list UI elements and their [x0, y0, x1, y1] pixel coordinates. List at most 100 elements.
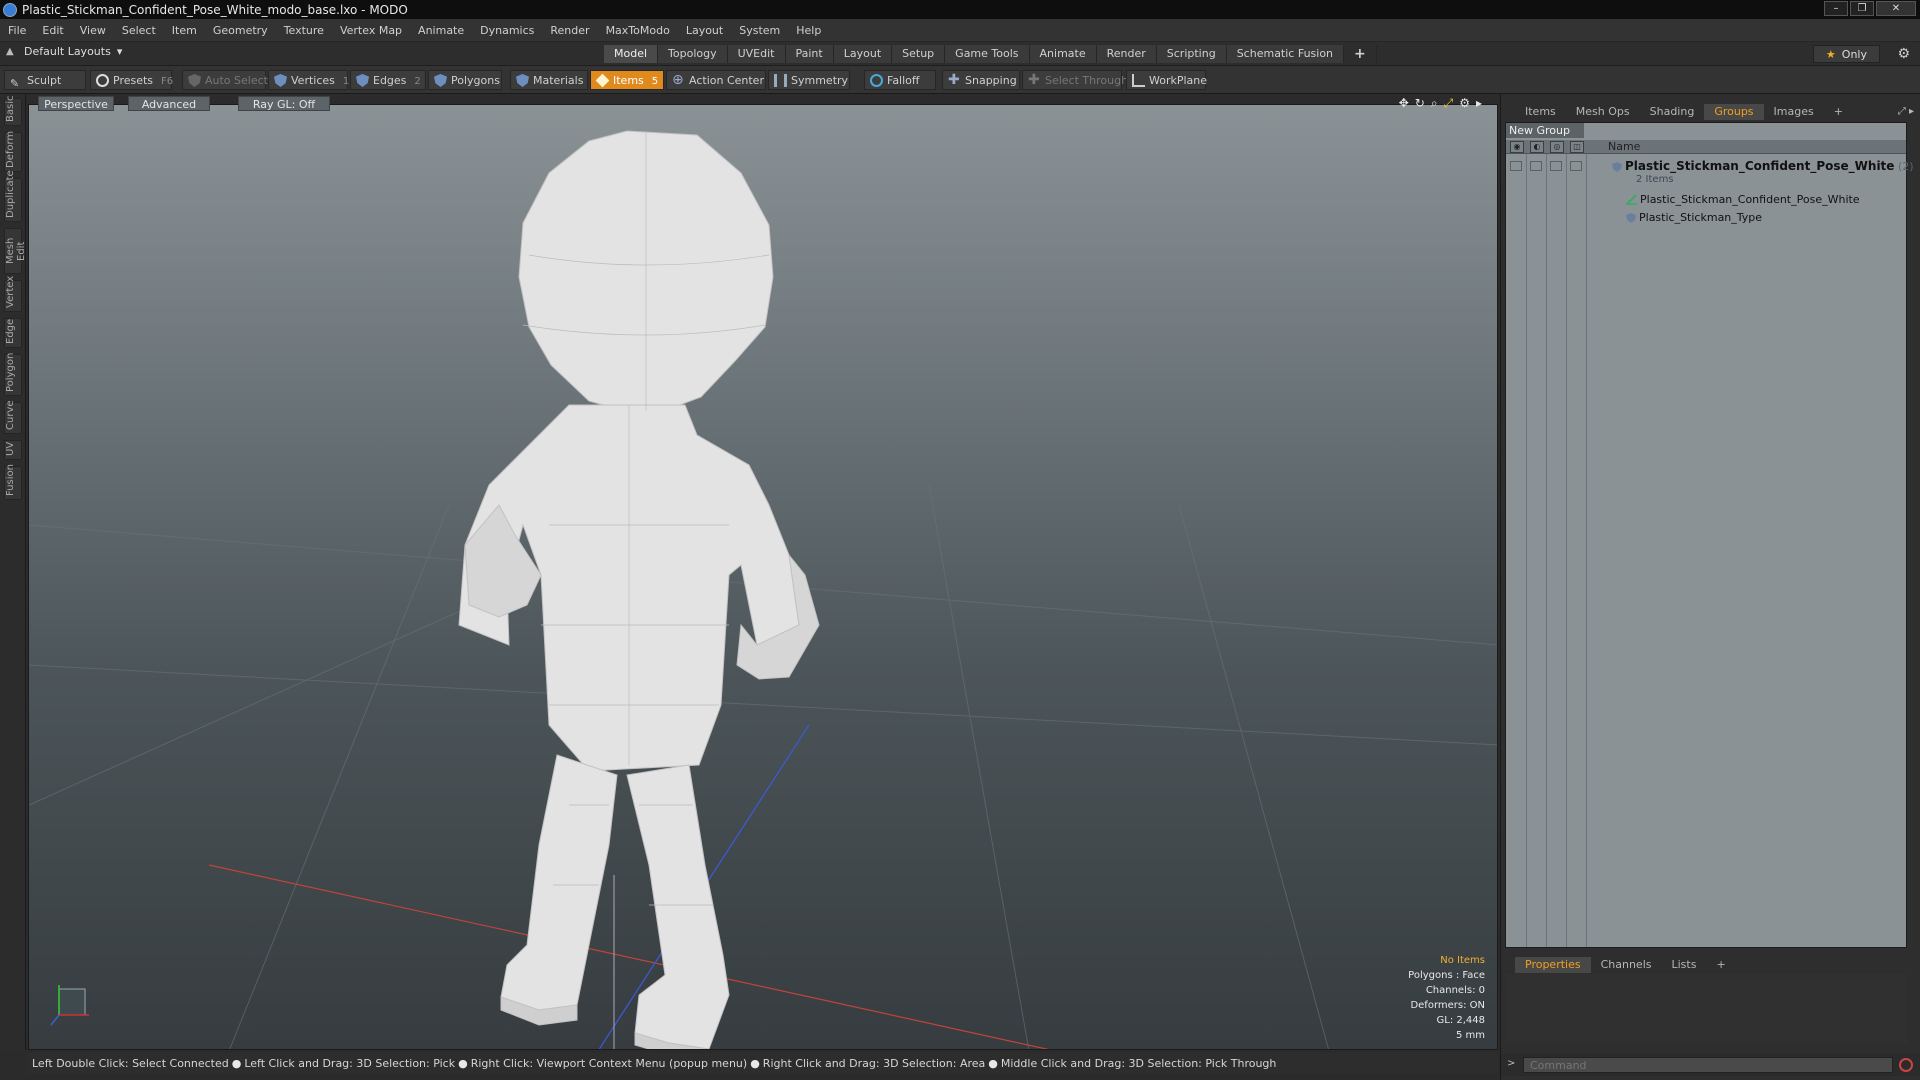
- menu-animate[interactable]: Animate: [410, 24, 472, 37]
- left-tab-polygon[interactable]: Polygon: [4, 353, 22, 396]
- minimize-icon[interactable]: –: [1824, 1, 1848, 16]
- menu-help[interactable]: Help: [788, 24, 829, 37]
- view-mode-button[interactable]: Perspective: [38, 96, 114, 111]
- left-tab-curve[interactable]: Curve: [4, 400, 22, 434]
- tab-paint[interactable]: Paint: [785, 45, 834, 63]
- menu-edit[interactable]: Edit: [34, 24, 71, 37]
- menu-texture[interactable]: Texture: [276, 24, 332, 37]
- menu-layout[interactable]: Layout: [678, 24, 731, 37]
- tab-schematic-fusion[interactable]: Schematic Fusion: [1226, 45, 1345, 63]
- tab-animate[interactable]: Animate: [1029, 45, 1097, 63]
- tab-layout[interactable]: Layout: [833, 45, 893, 63]
- group-child-row[interactable]: Plastic_Stickman_Type: [1506, 211, 1906, 227]
- menu-system[interactable]: System: [731, 24, 788, 37]
- panel-tab-mesh-ops[interactable]: Mesh Ops: [1566, 104, 1640, 120]
- materials-button[interactable]: Materials: [510, 70, 588, 90]
- lower-tab-lists[interactable]: Lists: [1662, 957, 1707, 973]
- left-tab-duplicate[interactable]: Duplicate: [4, 170, 22, 222]
- new-group-button[interactable]: New Group: [1506, 123, 1584, 138]
- group-child-row[interactable]: Plastic_Stickman_Confident_Pose_White: [1506, 193, 1906, 209]
- render-toggle-icon[interactable]: [1530, 161, 1542, 171]
- menu-vertex-map[interactable]: Vertex Map: [332, 24, 410, 37]
- vertices-button[interactable]: Vertices 1: [268, 70, 349, 90]
- 3d-viewport[interactable]: No Items Polygons : Face Channels: 0 Def…: [28, 104, 1498, 1050]
- expand-arrow-icon[interactable]: ▸: [1476, 96, 1482, 111]
- rotate-icon[interactable]: ↻: [1415, 96, 1425, 111]
- viewport-settings-icon[interactable]: ⚙: [1459, 96, 1470, 111]
- left-tab-vertex[interactable]: Vertex: [4, 276, 22, 312]
- presets-button[interactable]: Presets F6: [90, 70, 173, 90]
- sculpt-button[interactable]: ✎ Sculpt: [4, 70, 86, 90]
- left-tab-uv[interactable]: UV: [4, 440, 22, 460]
- select-through-button[interactable]: ✚ Select Through: [1022, 70, 1128, 90]
- layout-dropdown[interactable]: ▲ Default Layouts ▾: [6, 45, 122, 58]
- visibility-eye-icon[interactable]: [1510, 161, 1522, 171]
- tab-model[interactable]: Model: [604, 45, 659, 63]
- menu-select[interactable]: Select: [114, 24, 164, 37]
- menu-item[interactable]: Item: [164, 24, 205, 37]
- polygons-button[interactable]: Polygons: [428, 70, 502, 90]
- shading-mode-button[interactable]: Advanced: [128, 96, 210, 111]
- menu-view[interactable]: View: [72, 24, 114, 37]
- separator-dot-icon: ●: [231, 1057, 242, 1070]
- panel-tab-groups[interactable]: Groups: [1704, 104, 1764, 120]
- stop-icon[interactable]: [1899, 1058, 1913, 1072]
- select-column-icon[interactable]: ◫: [1570, 141, 1584, 153]
- panel-tab-items[interactable]: Items: [1515, 104, 1566, 120]
- falloff-button[interactable]: Falloff: [864, 70, 936, 90]
- zoom-icon[interactable]: ⌕: [1431, 96, 1438, 111]
- menu-render[interactable]: Render: [542, 24, 597, 37]
- stickman-mesh[interactable]: [458, 130, 820, 1050]
- select-toggle-icon[interactable]: [1570, 161, 1582, 171]
- items-button[interactable]: Items 5: [590, 70, 664, 90]
- panel-tab-shading[interactable]: Shading: [1640, 104, 1705, 120]
- add-panel-tab-icon[interactable]: +: [1824, 104, 1853, 120]
- left-tab-edge[interactable]: Edge: [4, 318, 22, 348]
- tab-scripting[interactable]: Scripting: [1156, 45, 1227, 63]
- lower-tab-properties[interactable]: Properties: [1515, 957, 1591, 973]
- render-column-icon[interactable]: ◐: [1530, 141, 1544, 153]
- snapping-label: Snapping: [965, 74, 1017, 87]
- add-lower-tab-icon[interactable]: +: [1706, 957, 1735, 973]
- add-tab-icon[interactable]: +: [1344, 45, 1377, 63]
- auto-select-button[interactable]: Auto Select: [182, 70, 268, 90]
- lock-column-icon[interactable]: ◎: [1550, 141, 1564, 153]
- close-icon[interactable]: ✕: [1876, 1, 1916, 16]
- left-tab-fusion[interactable]: Fusion: [4, 464, 22, 500]
- deformers-info: Deformers: ON: [1410, 1000, 1485, 1011]
- left-tab-basic[interactable]: Basic: [4, 96, 22, 126]
- command-arrow-icon[interactable]: >: [1507, 1058, 1515, 1069]
- menu-maxtomodo[interactable]: MaxToModo: [598, 24, 678, 37]
- lower-tab-channels[interactable]: Channels: [1591, 957, 1662, 973]
- panel-expand-icon[interactable]: ⤢ ▸: [1898, 106, 1914, 117]
- tab-render[interactable]: Render: [1096, 45, 1157, 63]
- vertices-icon: [274, 74, 287, 87]
- workplane-button[interactable]: WorkPlane: [1126, 70, 1207, 90]
- chevron-down-icon: ▾: [116, 45, 123, 58]
- menu-dynamics[interactable]: Dynamics: [472, 24, 542, 37]
- left-tab-deform[interactable]: Deform: [4, 131, 22, 172]
- snapping-button[interactable]: ✚ Snapping: [942, 70, 1020, 90]
- visibility-column-icon[interactable]: ◉: [1510, 141, 1524, 153]
- action-center-button[interactable]: ⊕ Action Center: [666, 70, 766, 90]
- symmetry-button[interactable]: Symmetry: [768, 70, 850, 90]
- menu-geometry[interactable]: Geometry: [205, 24, 276, 37]
- edges-button[interactable]: Edges 2: [350, 70, 426, 90]
- lock-toggle-icon[interactable]: [1550, 161, 1562, 171]
- tab-uvedit[interactable]: UVEdit: [727, 45, 786, 63]
- tab-topology[interactable]: Topology: [658, 45, 728, 63]
- tab-game-tools[interactable]: Game Tools: [945, 45, 1030, 63]
- raygl-button[interactable]: Ray GL: Off: [238, 96, 330, 111]
- gear-icon[interactable]: ⚙: [1897, 46, 1910, 62]
- fit-icon[interactable]: ⤢: [1444, 96, 1454, 111]
- collapse-up-icon[interactable]: ▲: [6, 46, 18, 58]
- only-button[interactable]: ★ Only: [1812, 45, 1880, 63]
- maximize-icon[interactable]: ❐: [1850, 1, 1874, 16]
- menu-file[interactable]: File: [0, 24, 34, 37]
- tab-setup[interactable]: Setup: [892, 45, 946, 63]
- left-tab-mesh-edit[interactable]: Mesh Edit: [4, 228, 27, 274]
- group-row[interactable]: Plastic_Stickman_Confident_Pose_White (2…: [1506, 159, 1914, 189]
- panel-tab-images[interactable]: Images: [1764, 104, 1824, 120]
- pan-icon[interactable]: ✥: [1399, 96, 1409, 111]
- command-input[interactable]: [1523, 1057, 1893, 1073]
